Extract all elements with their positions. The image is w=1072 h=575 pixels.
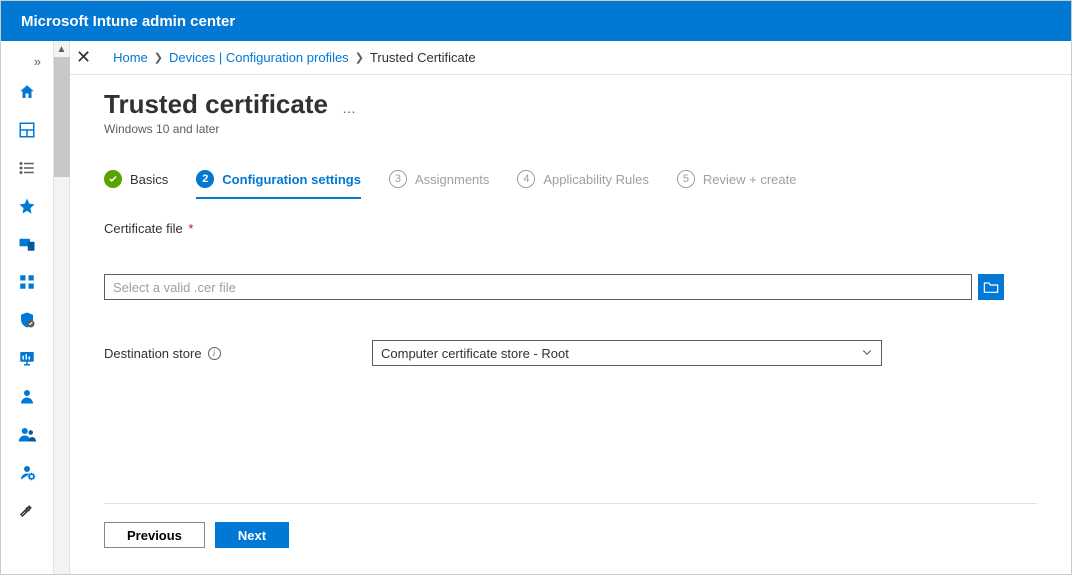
label-text: Certificate file bbox=[104, 221, 183, 236]
step-review-create[interactable]: 5 Review + create bbox=[677, 170, 797, 198]
panel-scrollbar[interactable]: ▲ bbox=[54, 41, 70, 574]
step-label: Review + create bbox=[703, 172, 797, 187]
info-icon[interactable]: i bbox=[208, 347, 221, 360]
page-title: Trusted certificate bbox=[104, 89, 328, 120]
breadcrumb-current: Trusted Certificate bbox=[370, 50, 476, 65]
folder-icon bbox=[983, 280, 999, 294]
step-label: Applicability Rules bbox=[543, 172, 649, 187]
step-label: Configuration settings bbox=[222, 172, 361, 187]
more-actions-button[interactable]: … bbox=[342, 100, 358, 116]
favorites-icon[interactable] bbox=[1, 187, 54, 225]
chevron-right-icon: ❯ bbox=[154, 51, 163, 64]
reports-icon[interactable] bbox=[1, 339, 54, 377]
groups-icon[interactable] bbox=[1, 415, 54, 453]
step-assignments[interactable]: 3 Assignments bbox=[389, 170, 489, 198]
tenant-admin-icon[interactable] bbox=[1, 453, 54, 491]
step-basics[interactable]: Basics bbox=[104, 170, 168, 198]
nav-rail: » bbox=[1, 41, 54, 574]
users-icon[interactable] bbox=[1, 377, 54, 415]
breadcrumb-home[interactable]: Home bbox=[113, 50, 148, 65]
all-services-icon[interactable] bbox=[1, 149, 54, 187]
rail-expand-button[interactable]: » bbox=[1, 49, 53, 73]
certificate-file-input[interactable] bbox=[104, 274, 972, 300]
step-label: Basics bbox=[130, 172, 168, 187]
next-button[interactable]: Next bbox=[215, 522, 289, 548]
step-label: Assignments bbox=[415, 172, 489, 187]
chevron-down-icon bbox=[861, 346, 873, 361]
breadcrumb-devices[interactable]: Devices | Configuration profiles bbox=[169, 50, 349, 65]
apps-icon[interactable] bbox=[1, 263, 54, 301]
step-number: 5 bbox=[677, 170, 695, 188]
step-applicability-rules[interactable]: 4 Applicability Rules bbox=[517, 170, 649, 198]
endpoint-security-icon[interactable] bbox=[1, 301, 54, 339]
devices-icon[interactable] bbox=[1, 225, 54, 263]
step-configuration-settings[interactable]: 2 Configuration settings bbox=[196, 170, 361, 198]
destination-store-select[interactable]: Computer certificate store - Root bbox=[372, 340, 882, 366]
wizard-footer: Previous Next bbox=[104, 503, 1037, 574]
home-icon[interactable] bbox=[1, 73, 54, 111]
certificate-file-label: Certificate file * bbox=[104, 221, 1004, 236]
select-value: Computer certificate store - Root bbox=[381, 346, 569, 361]
destination-store-label: Destination store bbox=[104, 346, 202, 361]
step-done-icon bbox=[104, 170, 122, 188]
wizard-steps: Basics 2 Configuration settings 3 Assign… bbox=[104, 170, 1037, 199]
required-indicator: * bbox=[188, 221, 193, 236]
product-title: Microsoft Intune admin center bbox=[21, 13, 235, 30]
previous-button[interactable]: Previous bbox=[104, 522, 205, 548]
scrollbar-thumb[interactable] bbox=[54, 57, 70, 177]
breadcrumb: ✕ Home ❯ Devices | Configuration profile… bbox=[70, 41, 1071, 75]
dashboard-icon[interactable] bbox=[1, 111, 54, 149]
close-icon[interactable]: ✕ bbox=[74, 47, 93, 68]
scroll-up-icon[interactable]: ▲ bbox=[54, 41, 70, 57]
global-header: Microsoft Intune admin center bbox=[1, 1, 1071, 41]
page-subtitle: Windows 10 and later bbox=[104, 122, 1037, 136]
step-number: 2 bbox=[196, 170, 214, 188]
chevron-right-icon: ❯ bbox=[355, 51, 364, 64]
step-number: 4 bbox=[517, 170, 535, 188]
troubleshoot-icon[interactable] bbox=[1, 491, 54, 529]
step-number: 3 bbox=[389, 170, 407, 188]
browse-file-button[interactable] bbox=[978, 274, 1004, 300]
